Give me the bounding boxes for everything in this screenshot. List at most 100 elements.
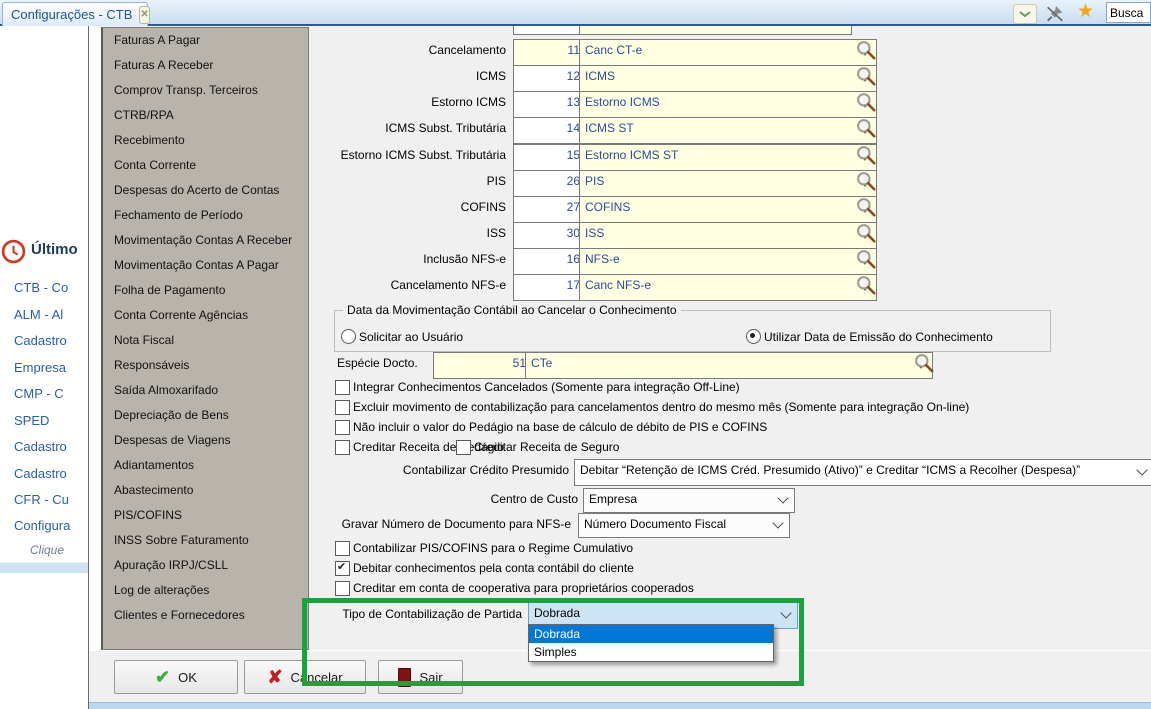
favorite-star-icon[interactable]: ★	[1077, 1, 1094, 23]
door-icon	[398, 667, 412, 687]
sidebar-item[interactable]: Apuração IRPJ/CSLL	[103, 553, 308, 578]
lookup-icon[interactable]	[855, 196, 877, 218]
checkbox-excluir-movimento[interactable]	[335, 400, 350, 415]
account-combo[interactable]: ICMS	[579, 65, 877, 92]
dialog-gutter	[89, 26, 101, 650]
clock-icon	[1, 239, 26, 264]
recent-link[interactable]: ALM - Al	[14, 307, 63, 322]
account-combo[interactable]: Canc CT-e	[579, 39, 877, 66]
recent-link[interactable]: Configura	[14, 518, 70, 533]
recent-link[interactable]: CTB - Co	[14, 280, 68, 295]
lookup-icon[interactable]	[855, 39, 877, 61]
lookup-icon[interactable]	[855, 248, 877, 270]
account-code-field[interactable]: 11	[513, 39, 586, 66]
account-code-field[interactable]: 30	[513, 222, 586, 249]
search-input[interactable]	[1106, 2, 1151, 23]
chevron-down-icon	[1136, 464, 1148, 476]
sidebar-item[interactable]: Nota Fiscal	[103, 328, 308, 353]
lookup-icon[interactable]	[855, 222, 877, 244]
checkbox-nao-incluir-pedagio[interactable]	[335, 420, 350, 435]
recent-link[interactable]: CFR - Cu	[14, 492, 69, 507]
chevron-down-icon	[772, 517, 784, 529]
account-combo[interactable]: ISS	[579, 222, 877, 249]
close-tab-icon[interactable]: ✕	[139, 5, 150, 24]
lookup-icon[interactable]	[855, 91, 877, 113]
account-code-field[interactable]: 12	[513, 65, 586, 92]
account-code-field[interactable]: 14	[513, 117, 586, 144]
account-code-field[interactable]: 16	[513, 248, 586, 275]
sidebar-item[interactable]: Saída Almoxarifado	[103, 378, 308, 403]
dialog-bottom-edge	[89, 702, 1151, 709]
credito-presumido-select[interactable]: Debitar “Retenção de ICMS Créd. Presumid…	[574, 459, 1151, 486]
checkbox-label: Creditar em conta de cooperativa para pr…	[353, 581, 694, 595]
centro-custo-select[interactable]: Empresa	[583, 488, 795, 513]
recent-link[interactable]: CMP - C	[14, 386, 64, 401]
account-code-field[interactable]: 15	[513, 144, 586, 171]
field-label: Contabilizar Crédito Presumido	[402, 463, 569, 477]
recent-link[interactable]: Cadastro	[14, 466, 67, 481]
checkbox-creditar-cooperativa[interactable]	[335, 581, 350, 596]
radio-label: Utilizar Data de Emissão do Conhecimento	[764, 330, 993, 344]
sidebar-item[interactable]: Log de alterações	[103, 578, 308, 603]
lookup-icon[interactable]	[855, 117, 877, 139]
lookup-icon[interactable]	[855, 144, 877, 166]
radio-solicitar-usuario[interactable]	[341, 329, 356, 344]
recent-link[interactable]: Cadastro	[14, 333, 67, 348]
sidebar-item[interactable]: Responsáveis	[103, 353, 308, 378]
account-combo[interactable]: PIS	[579, 170, 877, 197]
account-combo[interactable]: Estorno ICMS ST	[579, 144, 877, 171]
dropdown-option-simples[interactable]: Simples	[529, 643, 773, 661]
account-code-field[interactable]: 17	[513, 274, 586, 301]
chevron-down-icon	[777, 492, 789, 504]
account-code-field[interactable]: 13	[513, 91, 586, 118]
checkbox-creditar-seguro[interactable]	[456, 440, 471, 455]
lookup-icon[interactable]	[913, 352, 935, 374]
lookup-icon[interactable]	[855, 170, 877, 192]
sidebar-item[interactable]: Conta Corrente Agências	[103, 303, 308, 328]
checkbox-creditar-pedagio[interactable]	[335, 440, 350, 455]
account-combo[interactable]: Canc NFS-e	[579, 274, 877, 301]
clipped-field	[579, 26, 852, 35]
checkbox-integrar-cancelados[interactable]	[335, 380, 350, 395]
sidebar-item[interactable]: PIS/COFINS	[103, 503, 308, 528]
gravar-numero-select[interactable]: Número Documento Fiscal	[578, 513, 790, 538]
recent-link[interactable]: Empresa	[14, 360, 66, 375]
account-code-field[interactable]: 26	[513, 170, 586, 197]
especie-code-field[interactable]: 51	[433, 352, 532, 379]
lookup-icon[interactable]	[855, 65, 877, 87]
checkbox-debitar-conhecimentos[interactable]	[335, 560, 350, 576]
account-combo[interactable]: Estorno ICMS	[579, 91, 877, 118]
sidebar-item[interactable]: Depreciação de Bens	[103, 403, 308, 428]
exit-button[interactable]: Sair	[378, 660, 463, 694]
tab-configuracoes-ctb[interactable]: Configurações - CTB ✕	[2, 2, 150, 26]
sidebar-item[interactable]: Abastecimento	[103, 478, 308, 503]
radio-label: Solicitar ao Usuário	[359, 330, 464, 344]
recent-link[interactable]: SPED	[14, 413, 49, 428]
field-label: Estorno ICMS Subst. Tributária	[340, 148, 506, 162]
sidebar-item[interactable]: Adiantamentos	[103, 453, 308, 478]
sidebar-item[interactable]: Despesas de Viagens	[103, 428, 308, 453]
account-combo[interactable]: ICMS ST	[579, 117, 877, 144]
ok-button[interactable]: OK	[114, 660, 238, 694]
account-combo[interactable]: NFS-e	[579, 248, 877, 275]
config-dialog: Faturas A Pagar Faturas A Receber Compro…	[88, 26, 1151, 709]
tab-bar: Configurações - CTB ✕ ★	[0, 0, 1151, 26]
groupbox-title: Data da Movimentação Contábil ao Cancela…	[343, 303, 681, 317]
recent-link[interactable]: Cadastro	[14, 439, 67, 454]
radio-utilizar-data-emissao[interactable]	[746, 329, 761, 344]
checkbox-pis-cofins-cumulativo[interactable]	[335, 541, 350, 556]
screen: Último CTB - Co ALM - Al Cadastro Empres…	[0, 0, 1151, 709]
especie-combo[interactable]: CTe	[525, 352, 933, 379]
checkbox-label: Creditar Receita de Seguro	[474, 440, 620, 454]
chevron-down-icon[interactable]	[1013, 4, 1037, 24]
tipo-partida-dropdown-list: Dobrada Simples	[528, 624, 774, 662]
field-label: PIS	[486, 174, 506, 188]
sidebar-item[interactable]: INSS Sobre Faturamento	[103, 528, 308, 553]
checkbox-label: Integrar Conhecimentos Cancelados (Somen…	[353, 380, 740, 394]
lookup-icon[interactable]	[855, 274, 877, 296]
account-combo[interactable]: COFINS	[579, 196, 877, 223]
account-code-field[interactable]: 27	[513, 196, 586, 223]
dropdown-option-dobrada[interactable]: Dobrada	[529, 625, 773, 643]
pin-disabled-icon[interactable]	[1044, 3, 1066, 24]
cancel-button[interactable]: Cancelar	[244, 660, 366, 694]
